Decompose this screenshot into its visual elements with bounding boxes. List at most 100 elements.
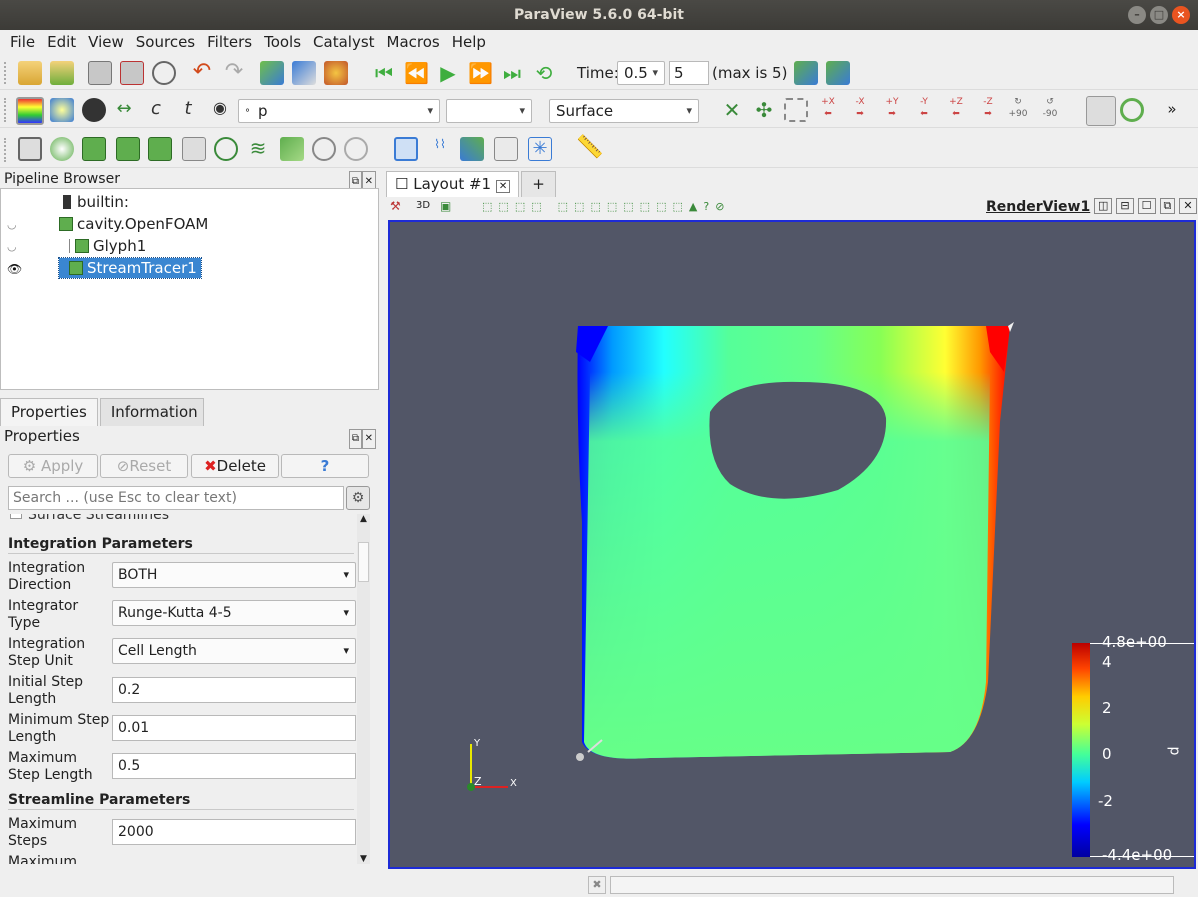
tab-properties[interactable]: Properties	[0, 398, 98, 426]
select-frustum-points-icon[interactable]: ⬚	[531, 200, 541, 213]
toolbar-more-icon[interactable]: »	[1160, 98, 1184, 122]
open-icon[interactable]	[18, 61, 42, 85]
auto-apply-icon[interactable]	[152, 61, 176, 85]
loop-icon[interactable]: ⟲	[532, 61, 556, 85]
connect-icon[interactable]	[88, 61, 112, 85]
apply-button[interactable]: ⚙ Apply	[8, 454, 98, 478]
query-icon[interactable]	[826, 61, 850, 85]
select-frustum-icon[interactable]: ⬚	[515, 200, 525, 213]
menu-view[interactable]: View	[82, 30, 130, 54]
capture-icon[interactable]: ⚒	[390, 199, 401, 213]
select-points-icon[interactable]: ⬚	[498, 200, 508, 213]
orientation-axes-icon[interactable]	[1086, 96, 1116, 126]
zoom-to-box-icon[interactable]	[784, 98, 808, 122]
properties-scrollbar[interactable]: ▲ ▼	[357, 514, 370, 864]
edit-colormap-icon[interactable]	[50, 98, 74, 122]
toolbar-grip[interactable]	[4, 138, 10, 162]
rescale-visible-icon[interactable]: ◉	[208, 98, 232, 122]
select-polygon-icon[interactable]: ⬚	[558, 200, 568, 213]
menu-catalyst[interactable]: Catalyst	[307, 30, 380, 54]
calculator-icon[interactable]	[18, 137, 42, 161]
rescale-c-icon[interactable]: c	[144, 98, 168, 122]
camera-minus-y-icon[interactable]: -Y ⬅	[912, 96, 936, 120]
hover-cells-icon[interactable]: ⬚	[623, 200, 633, 213]
integration-step-unit-combo[interactable]: Cell Length	[112, 638, 356, 664]
pop-out-view-icon[interactable]: ⧉	[1159, 198, 1176, 214]
camera-plus-z-icon[interactable]: +Z ⬅	[944, 96, 968, 120]
stream-tracer-icon[interactable]: ≋	[246, 137, 270, 161]
camera-redo-icon[interactable]	[292, 61, 316, 85]
palette-icon[interactable]	[324, 61, 348, 85]
menu-file[interactable]: File	[4, 30, 41, 54]
undo-icon[interactable]: ↶	[190, 61, 214, 85]
menu-filters[interactable]: Filters	[201, 30, 258, 54]
camera-minus-z-icon[interactable]: -Z ➡	[976, 96, 1000, 120]
zoom-closest-icon[interactable]: ✣	[752, 98, 776, 122]
toolbar-grip[interactable]	[4, 98, 10, 122]
rotate-minus90-icon[interactable]: ↺ -90	[1038, 96, 1062, 120]
ruler-icon[interactable]: 📏	[576, 137, 603, 161]
initial-step-length-input[interactable]: 0.2	[112, 677, 356, 703]
warp-icon[interactable]	[280, 137, 304, 161]
render-view[interactable]: Y X Z 4.8e+00 -4.4e+00 4 2 0 -2 p	[388, 220, 1196, 869]
eye-closed-icon[interactable]: ◡	[7, 240, 17, 253]
scroll-up-icon[interactable]: ▲	[357, 514, 370, 524]
tab-information[interactable]: Information	[99, 398, 204, 426]
representation-combo[interactable]: Surface	[549, 99, 699, 123]
camera-minus-x-icon[interactable]: -X ➡	[848, 96, 872, 120]
clear-selection-icon[interactable]: ⬚	[672, 200, 682, 213]
pipeline-item-glyph1[interactable]: Glyph1	[69, 236, 146, 256]
query-icon[interactable]: ?	[703, 200, 709, 213]
close-tab-icon[interactable]: ✕	[495, 180, 511, 193]
next-frame-icon[interactable]: ⏩	[468, 61, 493, 85]
advanced-gear-icon[interactable]: ⚙	[346, 486, 370, 510]
screenshot-icon[interactable]: ▣	[440, 199, 451, 213]
rescale-custom-icon[interactable]: ↔	[112, 98, 136, 122]
grow-selection-icon[interactable]: ⬚	[640, 200, 650, 213]
center-rotation-icon[interactable]	[1120, 98, 1144, 122]
interactive-select-icon[interactable]: ⬚	[590, 200, 600, 213]
pipeline-item-cavity[interactable]: cavity.OpenFOAM	[59, 214, 208, 234]
eye-closed-icon[interactable]: ◡	[7, 218, 17, 231]
extract-level-icon[interactable]	[344, 137, 368, 161]
camera-undo-icon[interactable]	[260, 61, 284, 85]
previous-frame-icon[interactable]: ⏪	[404, 61, 429, 85]
rescale-t-icon[interactable]: t	[176, 98, 200, 122]
close-view-icon[interactable]: ✕	[1179, 198, 1197, 214]
select-polygon-points-icon[interactable]: ⬚	[574, 200, 584, 213]
maximize-view-icon[interactable]: ☐	[1137, 198, 1156, 214]
close-button[interactable]: ×	[1172, 6, 1190, 24]
camera-plus-y-icon[interactable]: +Y ➡	[880, 96, 904, 120]
first-frame-icon[interactable]: ⏮	[372, 61, 396, 85]
component-combo[interactable]	[446, 99, 532, 123]
time-combo[interactable]: 0.5	[617, 61, 665, 85]
show-labels-icon[interactable]: ▲	[689, 200, 697, 213]
contour-icon[interactable]	[50, 137, 74, 161]
extract-subset-icon[interactable]	[182, 137, 206, 161]
mode-3d-button[interactable]: 3D	[416, 200, 430, 211]
glyph-icon[interactable]	[214, 137, 238, 161]
camera-plus-x-icon[interactable]: +X ⬅	[816, 96, 840, 120]
split-horizontal-icon[interactable]: ◫	[1094, 198, 1113, 214]
pipeline-item-builtin[interactable]: builtin:	[63, 192, 129, 212]
integrator-type-combo[interactable]: Runge-Kutta 4-5	[112, 600, 356, 626]
plot-selection-icon[interactable]	[494, 137, 518, 161]
minimize-button[interactable]: –	[1128, 6, 1146, 24]
maximum-step-length-input[interactable]: 0.5	[112, 753, 356, 779]
find-data-icon[interactable]	[794, 61, 818, 85]
rotate-plus90-icon[interactable]: ↻ +90	[1006, 96, 1030, 120]
color-legend[interactable]: 4.8e+00 -4.4e+00 4 2 0 -2 p	[1072, 633, 1194, 864]
scroll-down-icon[interactable]: ▼	[357, 854, 370, 864]
eye-visible-icon[interactable]: 👁	[7, 262, 22, 276]
menu-macros[interactable]: Macros	[381, 30, 446, 54]
split-vertical-icon[interactable]: ⊟	[1116, 198, 1134, 214]
hide-icon[interactable]: ⊘	[715, 200, 724, 213]
select-cells-icon[interactable]: ⬚	[482, 200, 492, 213]
properties-search-input[interactable]: Search ... (use Esc to clear text)	[8, 486, 344, 510]
surface-streamlines-checkbox-row[interactable]: Surface Streamlines	[10, 514, 169, 523]
menu-edit[interactable]: Edit	[41, 30, 82, 54]
minimum-step-length-input[interactable]: 0.01	[112, 715, 356, 741]
delete-button[interactable]: ✖Delete	[191, 454, 279, 478]
color-legend-toggle-icon[interactable]	[16, 97, 44, 125]
probe-icon[interactable]: ✳	[528, 137, 552, 161]
